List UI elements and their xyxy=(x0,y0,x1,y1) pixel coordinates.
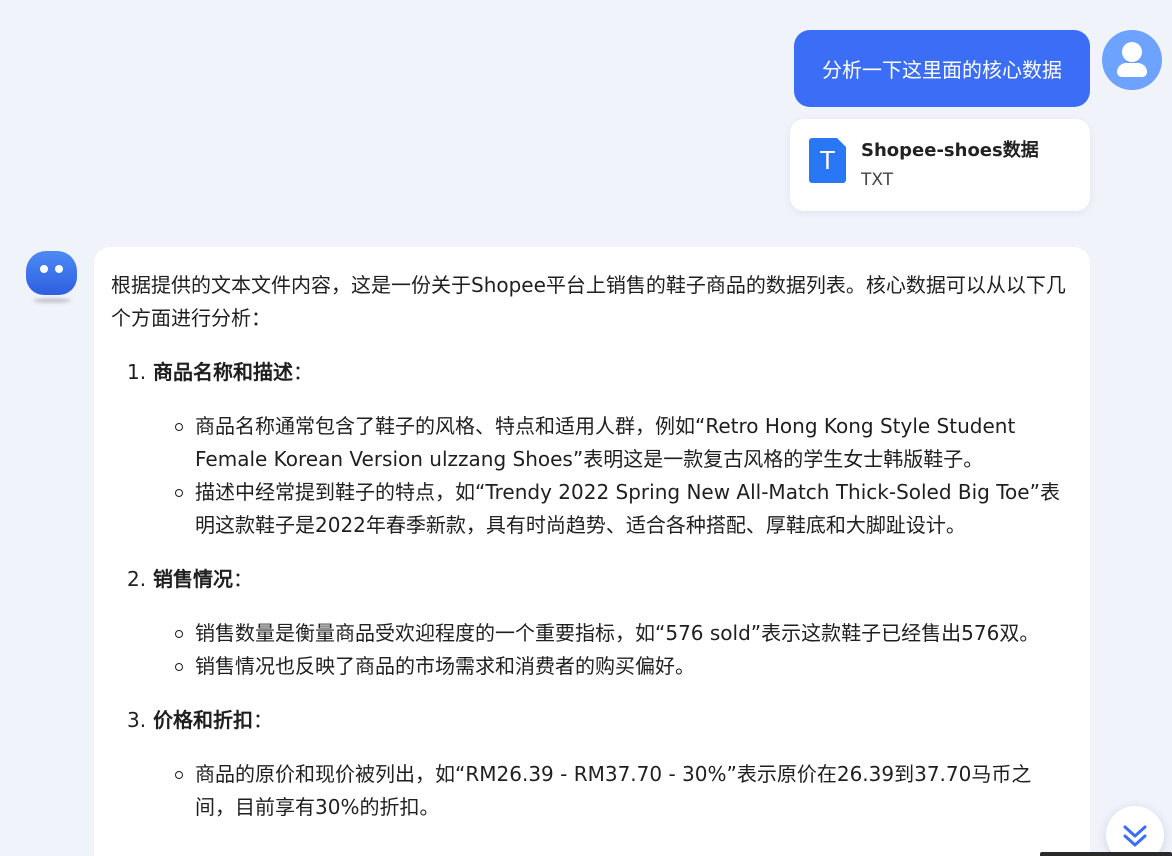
section-title: 销售情况 xyxy=(153,567,233,591)
user-message-bubble: 分析一下这里面的核心数据 xyxy=(794,30,1090,107)
section-colon: ： xyxy=(253,708,273,732)
bot-eye-left xyxy=(40,265,48,273)
section-colon: ： xyxy=(293,360,313,384)
section-number: 2. xyxy=(127,567,147,591)
chat-page: 分析一下这里面的核心数据 T Shopee-shoes数据 TXT 根据提供的文… xyxy=(0,0,1172,856)
user-avatar-body xyxy=(1117,63,1147,77)
list-item: 描述中经常提到鞋子的特点，如“Trendy 2022 Spring New Al… xyxy=(175,476,1071,542)
section-number: 3. xyxy=(127,708,147,732)
section-heading-3: 3. 价格和折扣： xyxy=(111,704,1071,737)
section-bullet-list-2: 销售数量是衡量商品受欢迎程度的一个重要指标，如“576 sold”表示这款鞋子已… xyxy=(111,617,1071,683)
list-item: 商品的原价和现价被列出，如“RM26.39 - RM37.70 - 30%”表示… xyxy=(175,758,1071,824)
section-bullet-list-3: 商品的原价和现价被列出，如“RM26.39 - RM37.70 - 30%”表示… xyxy=(111,758,1071,824)
attachment-file-card[interactable]: T Shopee-shoes数据 TXT xyxy=(790,119,1090,211)
attachment-file-type: TXT xyxy=(861,170,894,190)
bottom-edge-bar xyxy=(1040,852,1172,856)
answer-intro: 根据提供的文本文件内容，这是一份关于Shopee平台上销售的鞋子商品的数据列表。… xyxy=(111,273,1066,330)
answer-content: 根据提供的文本文件内容，这是一份关于Shopee平台上销售的鞋子商品的数据列表。… xyxy=(111,269,1071,845)
section-title: 价格和折扣 xyxy=(153,708,253,732)
bot-avatar-icon xyxy=(26,251,77,295)
section-title: 商品名称和描述 xyxy=(153,360,293,384)
text-file-icon: T xyxy=(809,138,846,183)
attachment-file-name: Shopee-shoes数据 xyxy=(861,140,1039,161)
double-chevron-down-icon xyxy=(1123,825,1147,847)
list-item: 销售情况也反映了商品的市场需求和消费者的购买偏好。 xyxy=(175,650,1071,683)
section-heading-1: 1. 商品名称和描述： xyxy=(111,356,1071,389)
user-message-text: 分析一下这里面的核心数据 xyxy=(822,58,1062,82)
scroll-to-bottom-button[interactable] xyxy=(1106,806,1164,856)
section-number: 1. xyxy=(127,360,147,384)
list-item: 商品名称通常包含了鞋子的风格、特点和适用人群，例如“Retro Hong Kon… xyxy=(175,410,1071,476)
section-bullet-list-1: 商品名称通常包含了鞋子的风格、特点和适用人群，例如“Retro Hong Kon… xyxy=(111,410,1071,542)
list-item: 销售数量是衡量商品受欢迎程度的一个重要指标，如“576 sold”表示这款鞋子已… xyxy=(175,617,1071,650)
bot-eye-right xyxy=(55,265,63,273)
section-heading-2: 2. 销售情况： xyxy=(111,563,1071,596)
user-avatar[interactable] xyxy=(1102,30,1162,90)
bot-avatar-shadow xyxy=(33,298,71,303)
section-colon: ： xyxy=(233,567,253,591)
bot-answer-card: 根据提供的文本文件内容，这是一份关于Shopee平台上销售的鞋子商品的数据列表。… xyxy=(94,247,1090,856)
user-avatar-head xyxy=(1122,42,1142,62)
